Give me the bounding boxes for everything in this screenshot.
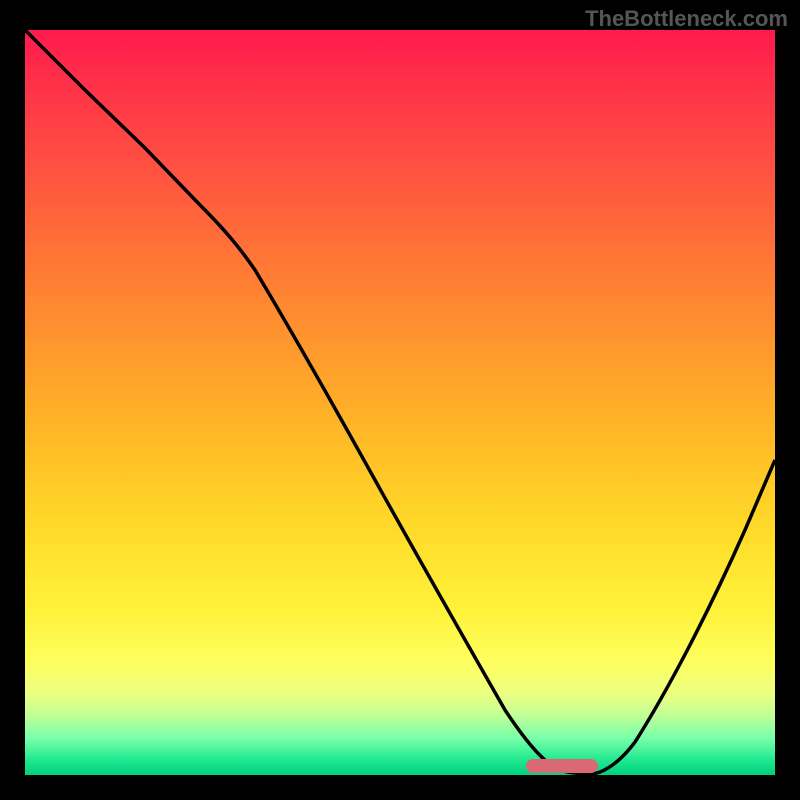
optimal-range-marker: [526, 759, 598, 773]
curve-svg: [25, 30, 775, 775]
chart-plot-area: [25, 30, 775, 775]
watermark-text: TheBottleneck.com: [585, 6, 788, 32]
bottleneck-curve-path: [25, 30, 775, 774]
